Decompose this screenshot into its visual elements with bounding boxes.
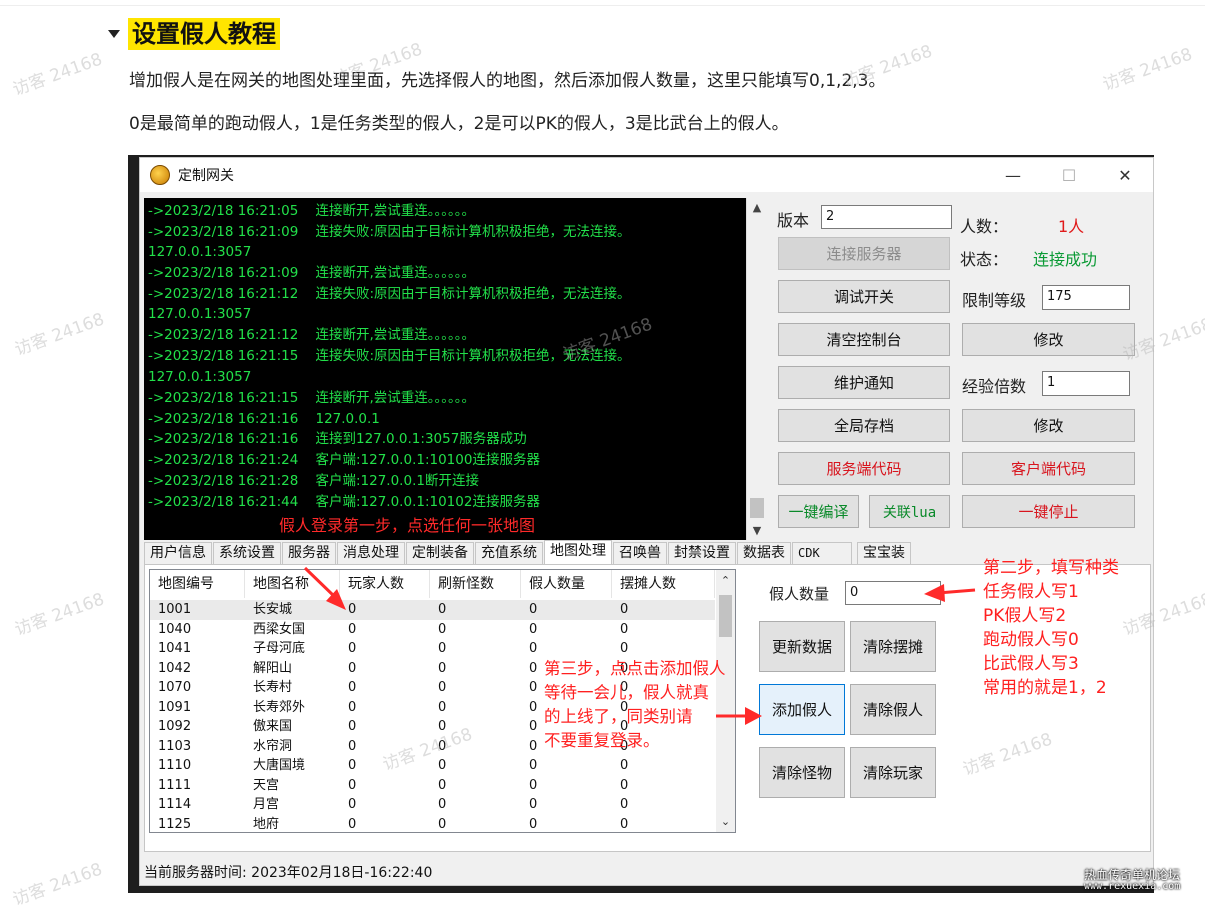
- site-url-watermark: www.rexuexia.com: [1084, 881, 1181, 892]
- step3-arrow-icon: [716, 707, 762, 725]
- step2-arrow-icon: [924, 584, 976, 602]
- annotation-arrows: [303, 566, 976, 725]
- step1-arrow-icon: [303, 566, 346, 610]
